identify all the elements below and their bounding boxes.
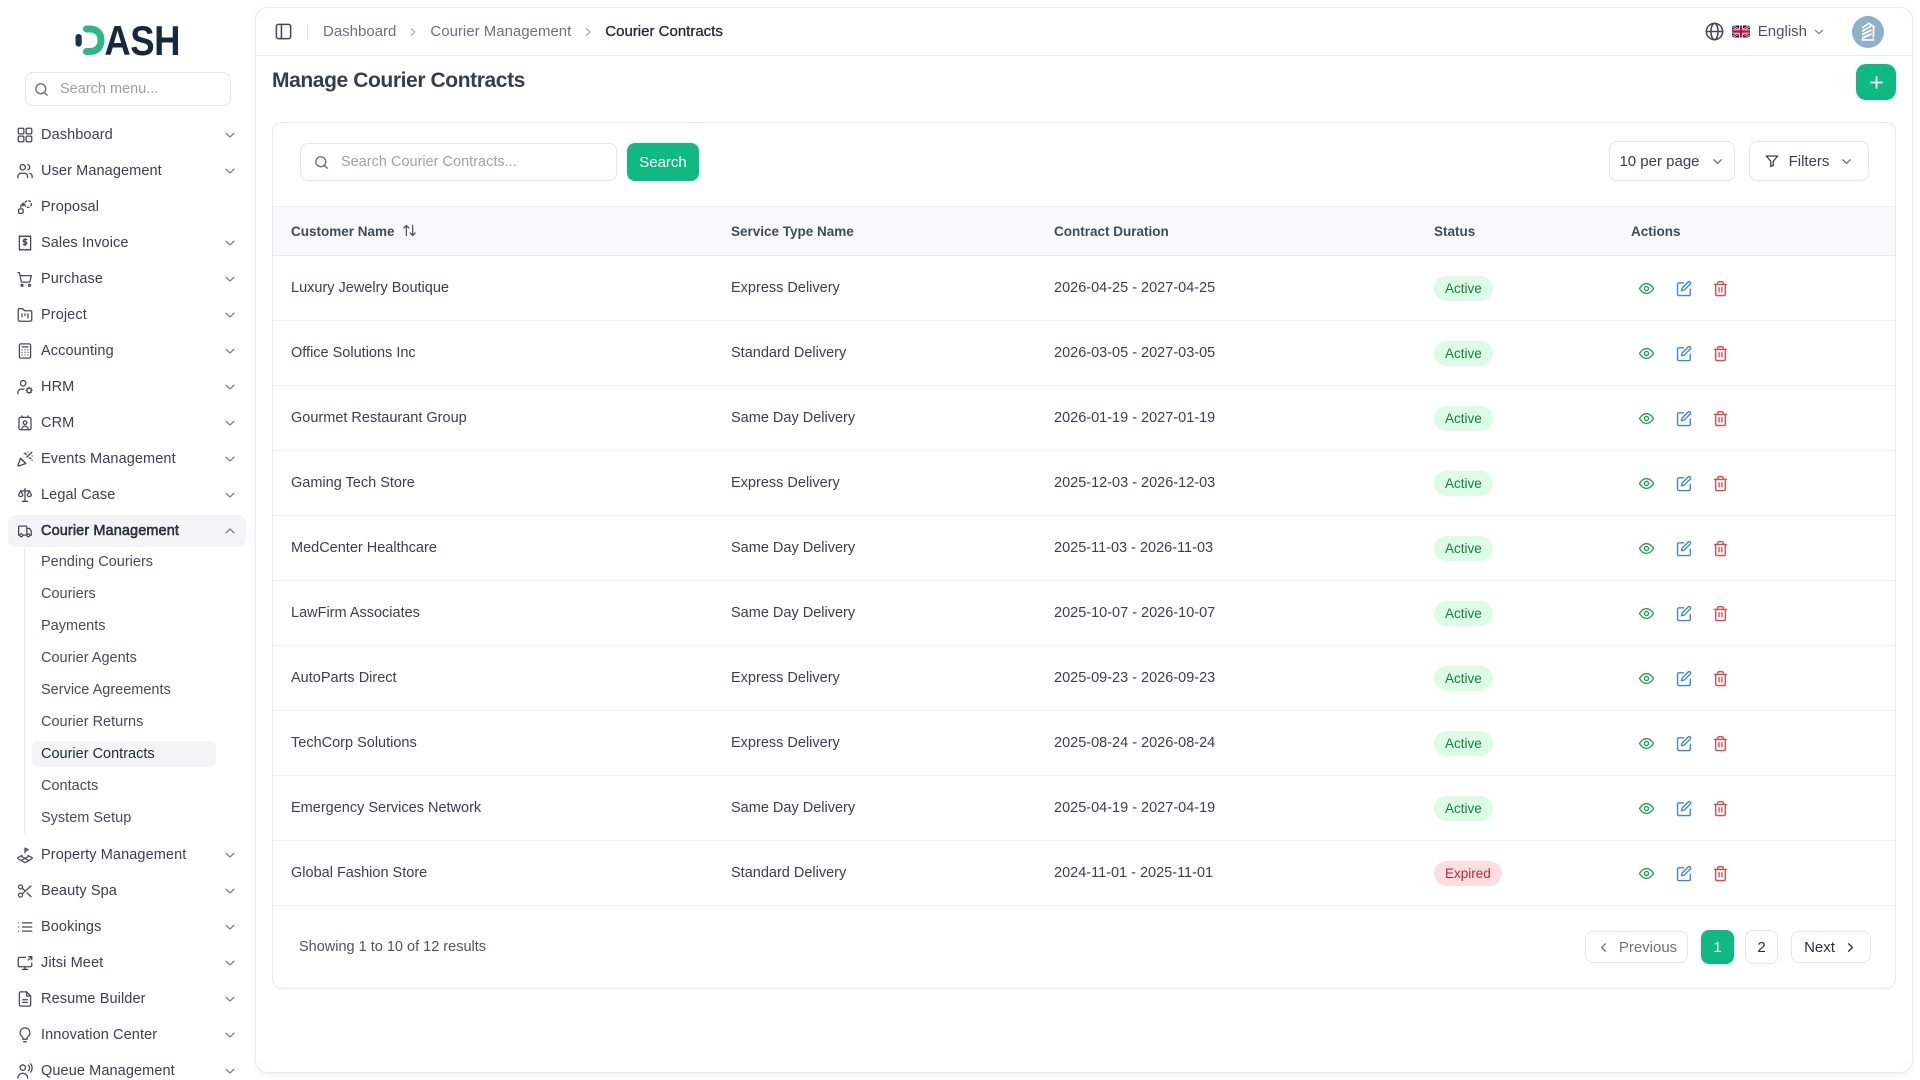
svg-text:ASH: ASH <box>104 20 180 60</box>
